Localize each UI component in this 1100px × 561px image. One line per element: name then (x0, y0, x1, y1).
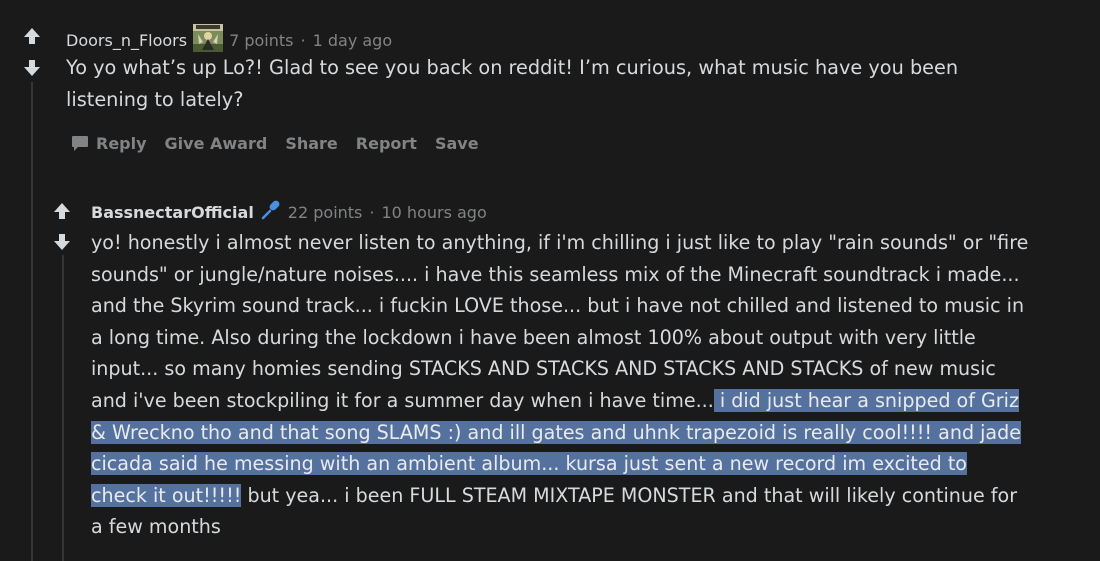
comment-text-line: sounds" or jungle/nature noises.... i ha… (91, 262, 1020, 286)
comment-body: yo! honestly i almost never listen to an… (91, 227, 1028, 543)
comment-text-line: and i've been stockpiling it for a summe… (91, 385, 1028, 417)
selected-text: i did just hear a snipped of Griz (713, 388, 1019, 412)
downvote-button[interactable] (20, 57, 44, 79)
comment-text-line: and the Skyrim sound track... i fuckin L… (91, 294, 1025, 318)
save-label: Save (434, 133, 479, 153)
comment-text-line: & Wreckno tho and that song SLAMS :) and… (91, 417, 1028, 449)
give-award-label: Give Award (164, 133, 268, 153)
comment-points: 7 points (229, 30, 294, 50)
comment-author[interactable]: Doors_n_Floors (66, 31, 187, 51)
comment-body: Yo yo what’s up Lo?! Glad to see you bac… (66, 52, 958, 115)
selected-text: check it out!!!!! (91, 483, 242, 507)
comment-text-line: listening to lately? (66, 87, 244, 111)
comment-text-line: input... so many homies sending STACKS A… (91, 357, 996, 381)
microphone-icon (260, 199, 282, 226)
meta-separator: · (300, 30, 306, 50)
reply-label: Reply (96, 133, 147, 153)
downvote-button[interactable] (50, 231, 74, 253)
comment-text-line: a few months (91, 515, 221, 539)
comment-text: and i've been stockpiling it for a summe… (91, 388, 714, 412)
upvote-arrow-icon (24, 28, 40, 44)
comment-timestamp[interactable]: 10 hours ago (381, 203, 486, 223)
comment-meta: BassnectarOfficial 22 points · 10 hours … (91, 199, 487, 226)
share-label: Share (285, 133, 338, 153)
downvote-arrow-icon (54, 234, 70, 250)
upvote-button[interactable] (20, 25, 44, 47)
downvote-arrow-icon (24, 60, 40, 76)
comment-author[interactable]: BassnectarOfficial (91, 203, 254, 223)
upvote-button[interactable] (50, 200, 74, 222)
selected-text: & Wreckno tho and that song SLAMS :) and… (91, 420, 1021, 444)
selected-text: cicada said he messing with an ambient a… (91, 452, 967, 476)
comment-text-line: a long time. Also during the lockdown i … (91, 325, 976, 349)
give-award-button[interactable]: Give Award (165, 134, 268, 153)
comment-bubble-icon (72, 136, 88, 151)
comment-actions: Reply Give Award Share Report Save (70, 133, 497, 153)
comment-text-line: yo! honestly i almost never listen to an… (91, 231, 1029, 254)
share-button[interactable]: Share (285, 134, 337, 153)
comment-text-line: check it out!!!!! but yea... i been FULL… (91, 480, 1028, 512)
reply-button[interactable]: Reply (70, 133, 147, 153)
report-label: Report (355, 133, 417, 153)
report-button[interactable]: Report (356, 134, 417, 153)
comment-timestamp[interactable]: 1 day ago (313, 31, 393, 51)
thread-line-outer[interactable] (31, 82, 33, 561)
meta-separator: · (369, 202, 375, 222)
comment-text: but yea... i been FULL STEAM MIXTAPE MON… (241, 483, 1018, 507)
comment-text-line: Yo yo what’s up Lo?! Glad to see you bac… (66, 56, 959, 79)
save-button[interactable]: Save (435, 134, 479, 153)
thread-line-inner[interactable] (62, 255, 64, 561)
comment-text-line: cicada said he messing with an ambient a… (91, 448, 1028, 480)
upvote-arrow-icon (54, 203, 70, 219)
comment-points: 22 points (287, 202, 363, 222)
